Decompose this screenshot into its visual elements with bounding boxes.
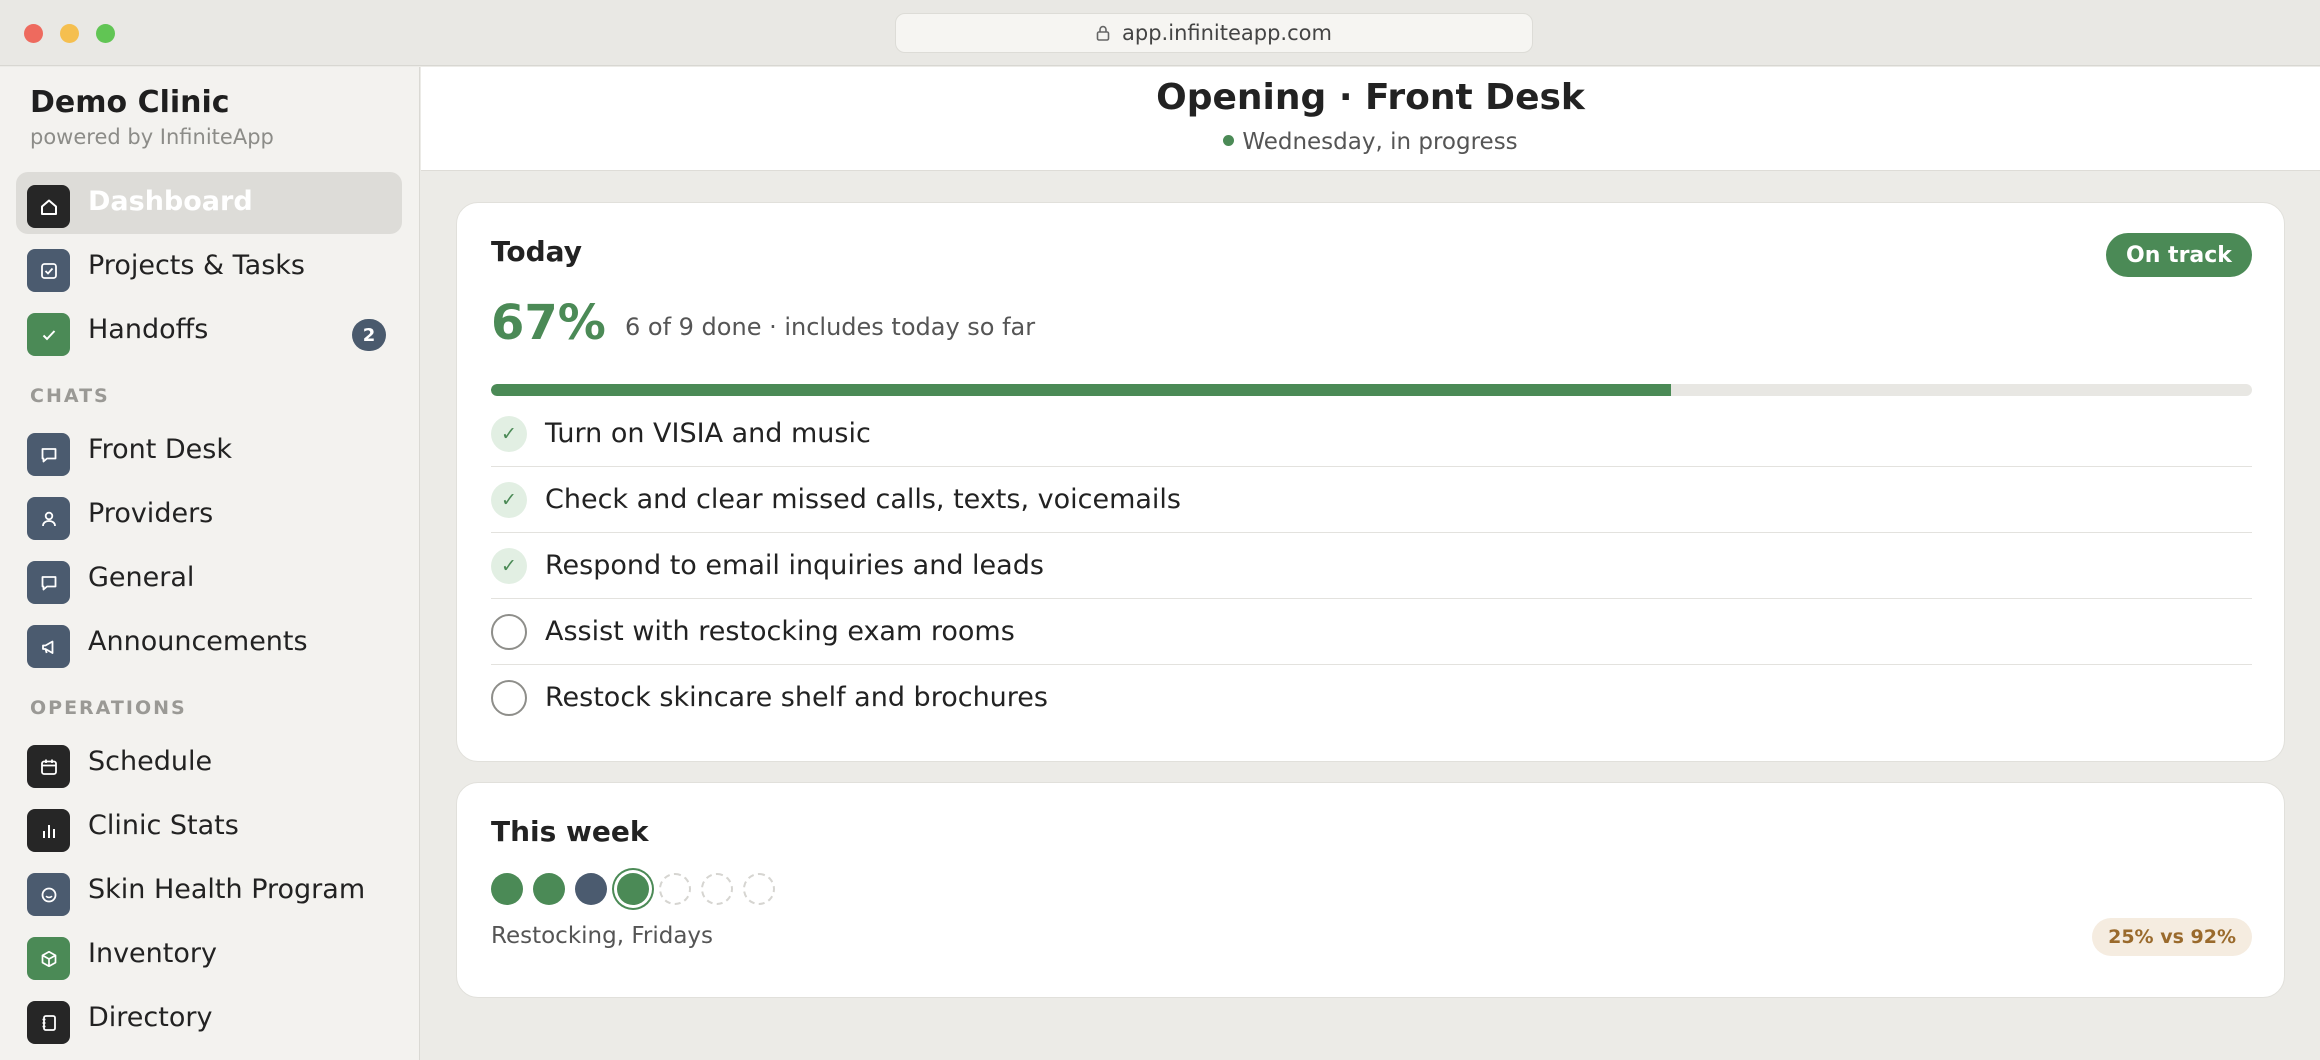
sidebar-item-label: Dashboard [88,186,253,217]
checkbox-icon [27,249,70,292]
this-week-card-title: This week [491,815,649,848]
address-bar[interactable]: app.infiniteapp.com [895,13,1533,53]
sidebar-item-label: Clinic Stats [88,810,239,841]
task-checkbox[interactable] [491,680,527,716]
progress-bar [491,384,2252,396]
this-week-card: This week Restocking, Fridays 25% vs 92% [456,782,2285,998]
calendar-icon [27,745,70,788]
close-window-button[interactable] [24,24,43,43]
task-list: ✓ Turn on VISIA and music ✓ Check and clear… [491,401,2252,731]
week-day-indicators [491,873,775,905]
today-card: Today On track 67% 6 of 9 done · include… [456,202,2285,762]
week-day-dot-complete [533,873,565,905]
check-icon [27,313,70,356]
sidebar-item-label: Directory [88,1002,213,1033]
task-row[interactable]: ✓ Respond to email inquiries and leads [491,533,2252,599]
sidebar-item-inventory[interactable]: Inventory [16,924,402,986]
task-checkbox[interactable] [491,614,527,650]
page-status-text: Wednesday, in progress [1242,129,1518,155]
window-titlebar: app.infiniteapp.com [0,0,2320,66]
page-title: Opening · Front Desk [1156,77,1585,118]
section-title-chats: CHATS [30,385,110,407]
task-label: Respond to email inquiries and leads [545,550,1044,581]
box-icon [27,937,70,980]
person-icon [27,497,70,540]
week-day-dot-today [617,873,649,905]
task-label: Turn on VISIA and music [545,418,871,449]
sidebar-item-clinic-stats[interactable]: Clinic Stats [16,796,402,858]
sidebar-item-label: Announcements [88,626,308,657]
sidebar-item-label: Projects & Tasks [88,250,306,281]
status-badge: On track [2106,233,2252,277]
home-icon [27,185,70,228]
megaphone-icon [27,625,70,668]
task-label: Restock skincare shelf and brochures [545,682,1048,713]
lock-icon [1096,25,1110,41]
completion-percent: 67% [491,295,606,351]
week-comparison-badge: 25% vs 92% [2092,918,2252,956]
task-checked-icon[interactable]: ✓ [491,548,527,584]
week-day-dot-complete [491,873,523,905]
sidebar-item-label: Schedule [88,746,213,777]
sidebar-item-general[interactable]: General [16,548,402,610]
sidebar: Demo Clinic powered by InfiniteApp Dashb… [0,67,420,1060]
chat-bubble-icon [27,561,70,604]
progress-bar-fill [491,384,1671,396]
task-row[interactable]: ✓ Check and clear missed calls, texts, vo… [491,467,2252,533]
completion-detail: 6 of 9 done · includes today so far [625,313,1036,341]
sidebar-item-dashboard[interactable]: Dashboard [16,172,402,234]
task-row[interactable]: Restock skincare shelf and brochures [491,665,2252,731]
minimize-window-button[interactable] [60,24,79,43]
task-label: Assist with restocking exam rooms [545,616,1015,647]
sidebar-item-handoffs[interactable]: Handoffs 2 [16,300,402,362]
page-status: Wednesday, in progress [421,129,2320,155]
sidebar-item-label: Providers [88,498,214,529]
sidebar-item-label: Inventory [88,938,217,969]
maximize-window-button[interactable] [96,24,115,43]
address-bar-url: app.infiniteapp.com [1122,21,1332,45]
brand-title: Demo Clinic [30,85,230,120]
sidebar-item-directory[interactable]: Directory [16,988,402,1050]
task-row[interactable]: ✓ Turn on VISIA and music [491,401,2252,467]
week-day-dot-upcoming [659,873,691,905]
sidebar-item-skin-health-program[interactable]: Skin Health Program [16,860,402,922]
brand-subtitle: powered by InfiniteApp [30,125,274,149]
page-header: Opening · Front Desk Wednesday, in progr… [421,67,2320,171]
in-progress-status-dot [1223,135,1235,146]
sidebar-item-providers[interactable]: Providers [16,484,402,546]
sidebar-item-label: General [88,562,195,593]
handoffs-count-badge: 2 [352,319,386,351]
sidebar-item-schedule[interactable]: Schedule [16,732,402,794]
task-row[interactable]: Assist with restocking exam rooms [491,599,2252,665]
task-label: Check and clear missed calls, texts, voi… [545,484,1181,515]
address-book-icon [27,1001,70,1044]
sidebar-item-projects-tasks[interactable]: Projects & Tasks [16,236,402,298]
chat-bubble-icon [27,433,70,476]
week-day-dot-partial [575,873,607,905]
sidebar-item-front-desk[interactable]: Front Desk [16,420,402,482]
section-title-operations: OPERATIONS [30,697,187,719]
week-caption: Restocking, Fridays [491,923,714,949]
smile-icon [27,873,70,916]
sidebar-item-announcements[interactable]: Announcements [16,612,402,674]
sidebar-item-label: Front Desk [88,434,232,465]
bar-chart-icon [27,809,70,852]
sidebar-item-label: Handoffs [88,314,209,345]
sidebar-item-label: Skin Health Program [88,874,366,905]
task-checked-icon[interactable]: ✓ [491,416,527,452]
week-day-dot-upcoming [701,873,733,905]
week-day-dot-upcoming [743,873,775,905]
task-checked-icon[interactable]: ✓ [491,482,527,518]
today-card-title: Today [491,235,582,268]
